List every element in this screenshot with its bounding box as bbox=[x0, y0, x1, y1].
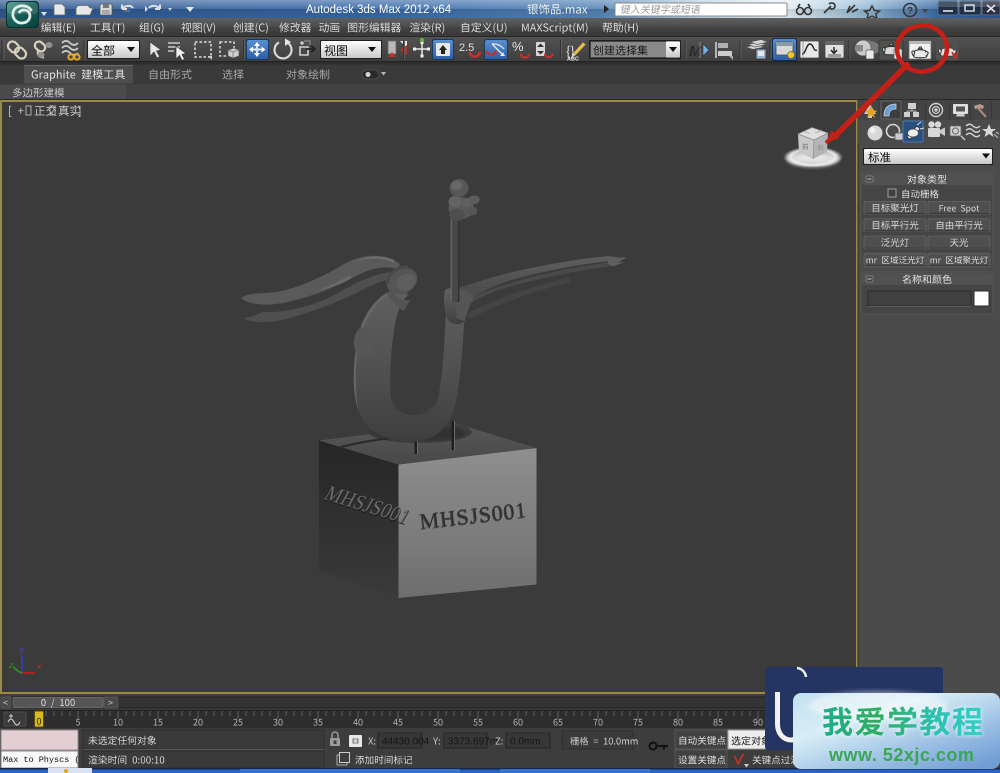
svg-text:2.5: 2.5 bbox=[459, 42, 474, 54]
svg-text:ABC: ABC bbox=[567, 57, 579, 63]
svg-text:x: x bbox=[36, 661, 42, 671]
svg-text:%: % bbox=[512, 39, 524, 54]
svg-text:Max to Physcs (: Max to Physcs ( bbox=[3, 755, 80, 765]
svg-text:www. 52xjc.com: www. 52xjc.com bbox=[828, 745, 974, 765]
svg-text:0.0mm: 0.0mm bbox=[510, 737, 541, 748]
svg-text:z: z bbox=[8, 660, 14, 670]
svg-text:?: ? bbox=[907, 6, 913, 17]
svg-text:Autodesk 3ds Max 2012 x64: Autodesk 3ds Max 2012 x64 bbox=[306, 4, 452, 16]
svg-text:3373.697m: 3373.697m bbox=[448, 737, 498, 748]
svg-text:44430.004: 44430.004 bbox=[382, 737, 430, 748]
